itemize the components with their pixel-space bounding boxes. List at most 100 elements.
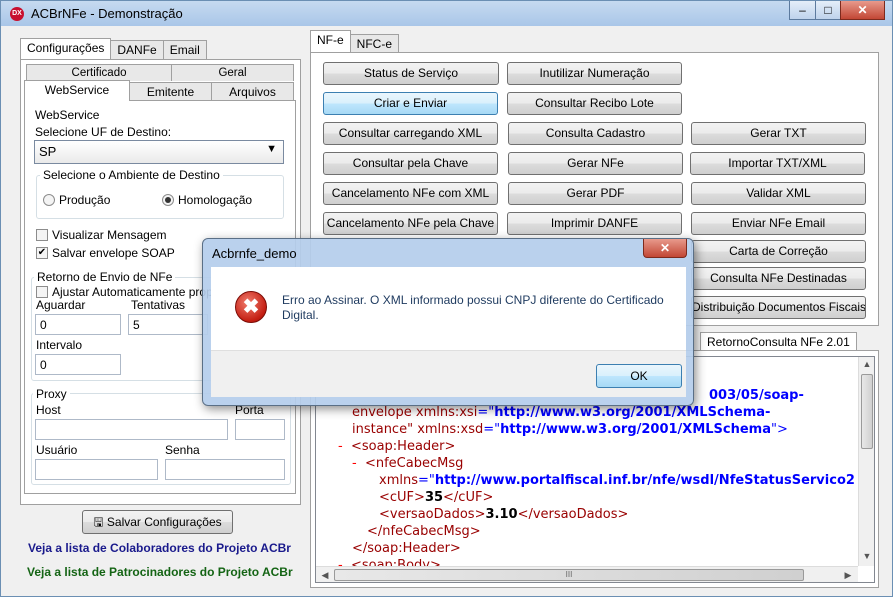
tab-emitente[interactable]: Emitente: [129, 82, 212, 100]
vertical-scroll-thumb[interactable]: [861, 374, 873, 449]
save-icon: 🖫: [93, 515, 107, 529]
ajustar-checkbox[interactable]: [36, 286, 48, 298]
ok-button[interactable]: OK: [596, 364, 682, 388]
dialog-body: ✖ Erro ao Assinar. O XML informado possu…: [211, 267, 686, 350]
left-tabs: Configurações DANFe Email: [20, 38, 207, 59]
config-tabs-row2: WebService Emitente Arquivos: [24, 80, 294, 101]
visualizar-checkbox[interactable]: [36, 229, 48, 241]
inutilizar-button[interactable]: Inutilizar Numeração: [507, 62, 682, 85]
xml-line: <versaoDados>3.10</versaoDados>: [379, 507, 629, 522]
scroll-left-icon[interactable]: ◀: [319, 570, 331, 581]
dialog-title: Acbrnfe_demo: [212, 246, 297, 261]
horizontal-scroll-thumb[interactable]: III: [334, 569, 804, 581]
salvar-config-label: Salvar Configurações: [106, 515, 222, 529]
gerar-txt-button[interactable]: Gerar TXT: [691, 122, 866, 145]
criar-enviar-button[interactable]: Criar e Enviar: [323, 92, 498, 115]
xml-line: 003/05/soap-: [709, 388, 804, 403]
minimize-button[interactable]: –: [789, 1, 816, 20]
gerar-nfe-button[interactable]: Gerar NFe: [508, 152, 683, 175]
horizontal-scrollbar[interactable]: ◀ III ▶: [316, 566, 858, 582]
tab-email[interactable]: Email: [162, 40, 207, 59]
scroll-down-icon[interactable]: ▼: [859, 551, 875, 561]
host-label: Host: [36, 403, 61, 417]
right-tabs: NF-e NFC-e: [310, 30, 400, 53]
status-servico-button[interactable]: Status de Serviço: [323, 62, 499, 85]
visualizar-label: Visualizar Mensagem: [52, 228, 167, 242]
intervalo-input[interactable]: 0: [35, 354, 121, 375]
scroll-right-icon[interactable]: ▶: [842, 570, 854, 581]
senha-input[interactable]: [165, 459, 285, 480]
tab-geral[interactable]: Geral: [171, 64, 294, 81]
xml-line: instance" xmlns:xsd="http://www.w3.org/2…: [352, 422, 788, 437]
usuario-input[interactable]: [35, 459, 158, 480]
consultar-chave-button[interactable]: Consultar pela Chave: [323, 152, 498, 175]
validar-xml-button[interactable]: Validar XML: [691, 182, 866, 205]
retorno-title: Retorno de Envio de NFe: [34, 270, 176, 284]
xml-line: <cUF>35</cUF>: [379, 490, 494, 505]
title-bar: DX ACBrNFe - Demonstração – □ ✕: [1, 1, 892, 26]
result-tabs: RetornoConsulta NFe 2.01: [700, 332, 857, 351]
xml-line: xmlns="http://www.portalfiscal.inf.br/nf…: [379, 473, 855, 488]
imprimir-danfe-button[interactable]: Imprimir DANFE: [507, 212, 682, 235]
dialog-close-button[interactable]: ✕: [643, 239, 687, 258]
aguardar-input[interactable]: 0: [35, 314, 121, 335]
tab-certificado[interactable]: Certificado: [26, 64, 172, 81]
homologacao-label: Homologação: [178, 193, 253, 207]
importar-txt-button[interactable]: Importar TXT/XML: [690, 152, 865, 175]
consulta-destinadas-button[interactable]: Consulta NFe Destinadas: [691, 267, 866, 290]
maximize-button[interactable]: □: [815, 1, 841, 20]
gerar-pdf-button[interactable]: Gerar PDF: [508, 182, 683, 205]
cancelamento-xml-button[interactable]: Cancelamento NFe com XML: [323, 182, 498, 205]
consultar-xml-button[interactable]: Consultar carregando XML: [323, 122, 498, 145]
host-input[interactable]: [35, 419, 228, 440]
xml-line: </nfeCabecMsg>: [367, 524, 481, 539]
uf-select[interactable]: SP ▼: [34, 140, 284, 164]
tentativas-label: Tentativas: [131, 298, 186, 312]
salvar-envelope-checkbox[interactable]: ✔: [36, 247, 48, 259]
colaboradores-link[interactable]: Veja a lista de Colaboradores do Projeto…: [28, 541, 291, 555]
cancelamento-chave-button[interactable]: Cancelamento NFe pela Chave: [323, 212, 498, 235]
app-icon: DX: [10, 7, 24, 21]
carta-correcao-button[interactable]: Carta de Correção: [691, 240, 866, 263]
xml-line: </soap:Header>: [352, 541, 461, 556]
uf-value: SP: [39, 144, 57, 159]
patrocinadores-link[interactable]: Veja a lista de Patrocinadores do Projet…: [27, 565, 293, 579]
window-title: ACBrNFe - Demonstração: [31, 6, 183, 21]
producao-radio[interactable]: [43, 194, 55, 206]
consulta-cadastro-button[interactable]: Consulta Cadastro: [508, 122, 683, 145]
tab-webservice[interactable]: WebService: [24, 80, 130, 101]
salvar-envelope-label: Salvar envelope SOAP: [52, 246, 175, 260]
xml-line: - <soap:Header>: [338, 439, 456, 454]
intervalo-label: Intervalo: [36, 338, 83, 352]
tab-nfe[interactable]: NF-e: [310, 30, 351, 52]
senha-label: Senha: [165, 443, 200, 457]
close-button[interactable]: ✕: [840, 1, 885, 20]
webservice-group-title: WebService: [35, 108, 100, 122]
homologacao-radio[interactable]: [162, 194, 174, 206]
tab-nfce[interactable]: NFC-e: [349, 34, 400, 53]
distribuicao-button[interactable]: Distribuição Documentos Fiscais: [691, 296, 866, 319]
tentativas-input[interactable]: 5: [128, 314, 208, 335]
proxy-title: Proxy: [33, 387, 70, 401]
tab-danfe[interactable]: DANFe: [110, 40, 164, 59]
enviar-email-button[interactable]: Enviar NFe Email: [691, 212, 866, 235]
producao-label: Produção: [59, 193, 111, 207]
xml-line: envelope xmlns:xsi="http://www.w3.org/20…: [352, 405, 771, 420]
aguardar-label: Aguardar: [36, 298, 86, 312]
tab-configuracoes[interactable]: Configurações: [20, 38, 112, 59]
error-dialog: Acbrnfe_demo ✕ ✖ Erro ao Assinar. O XML …: [202, 238, 694, 406]
error-icon: ✖: [235, 291, 267, 323]
tab-retorno-consulta[interactable]: RetornoConsulta NFe 2.01: [700, 332, 857, 351]
uf-label: Selecione UF de Destino:: [35, 125, 172, 139]
tab-arquivos[interactable]: Arquivos: [211, 82, 294, 100]
consultar-recibo-button[interactable]: Consultar Recibo Lote: [507, 92, 682, 115]
ambiente-title: Selecione o Ambiente de Destino: [40, 168, 223, 182]
porta-input[interactable]: [235, 419, 285, 440]
scroll-up-icon[interactable]: ▲: [859, 359, 875, 369]
chevron-down-icon: ▼: [266, 143, 277, 155]
vertical-scrollbar[interactable]: ▲ ▼: [858, 357, 874, 566]
config-tabs-row1: Certificado Geral: [26, 64, 294, 81]
xml-line: - <nfeCabecMsg: [352, 456, 464, 471]
salvar-config-button[interactable]: 🖫 Salvar Configurações: [82, 510, 233, 534]
dialog-message: Erro ao Assinar. O XML informado possui …: [282, 293, 664, 322]
